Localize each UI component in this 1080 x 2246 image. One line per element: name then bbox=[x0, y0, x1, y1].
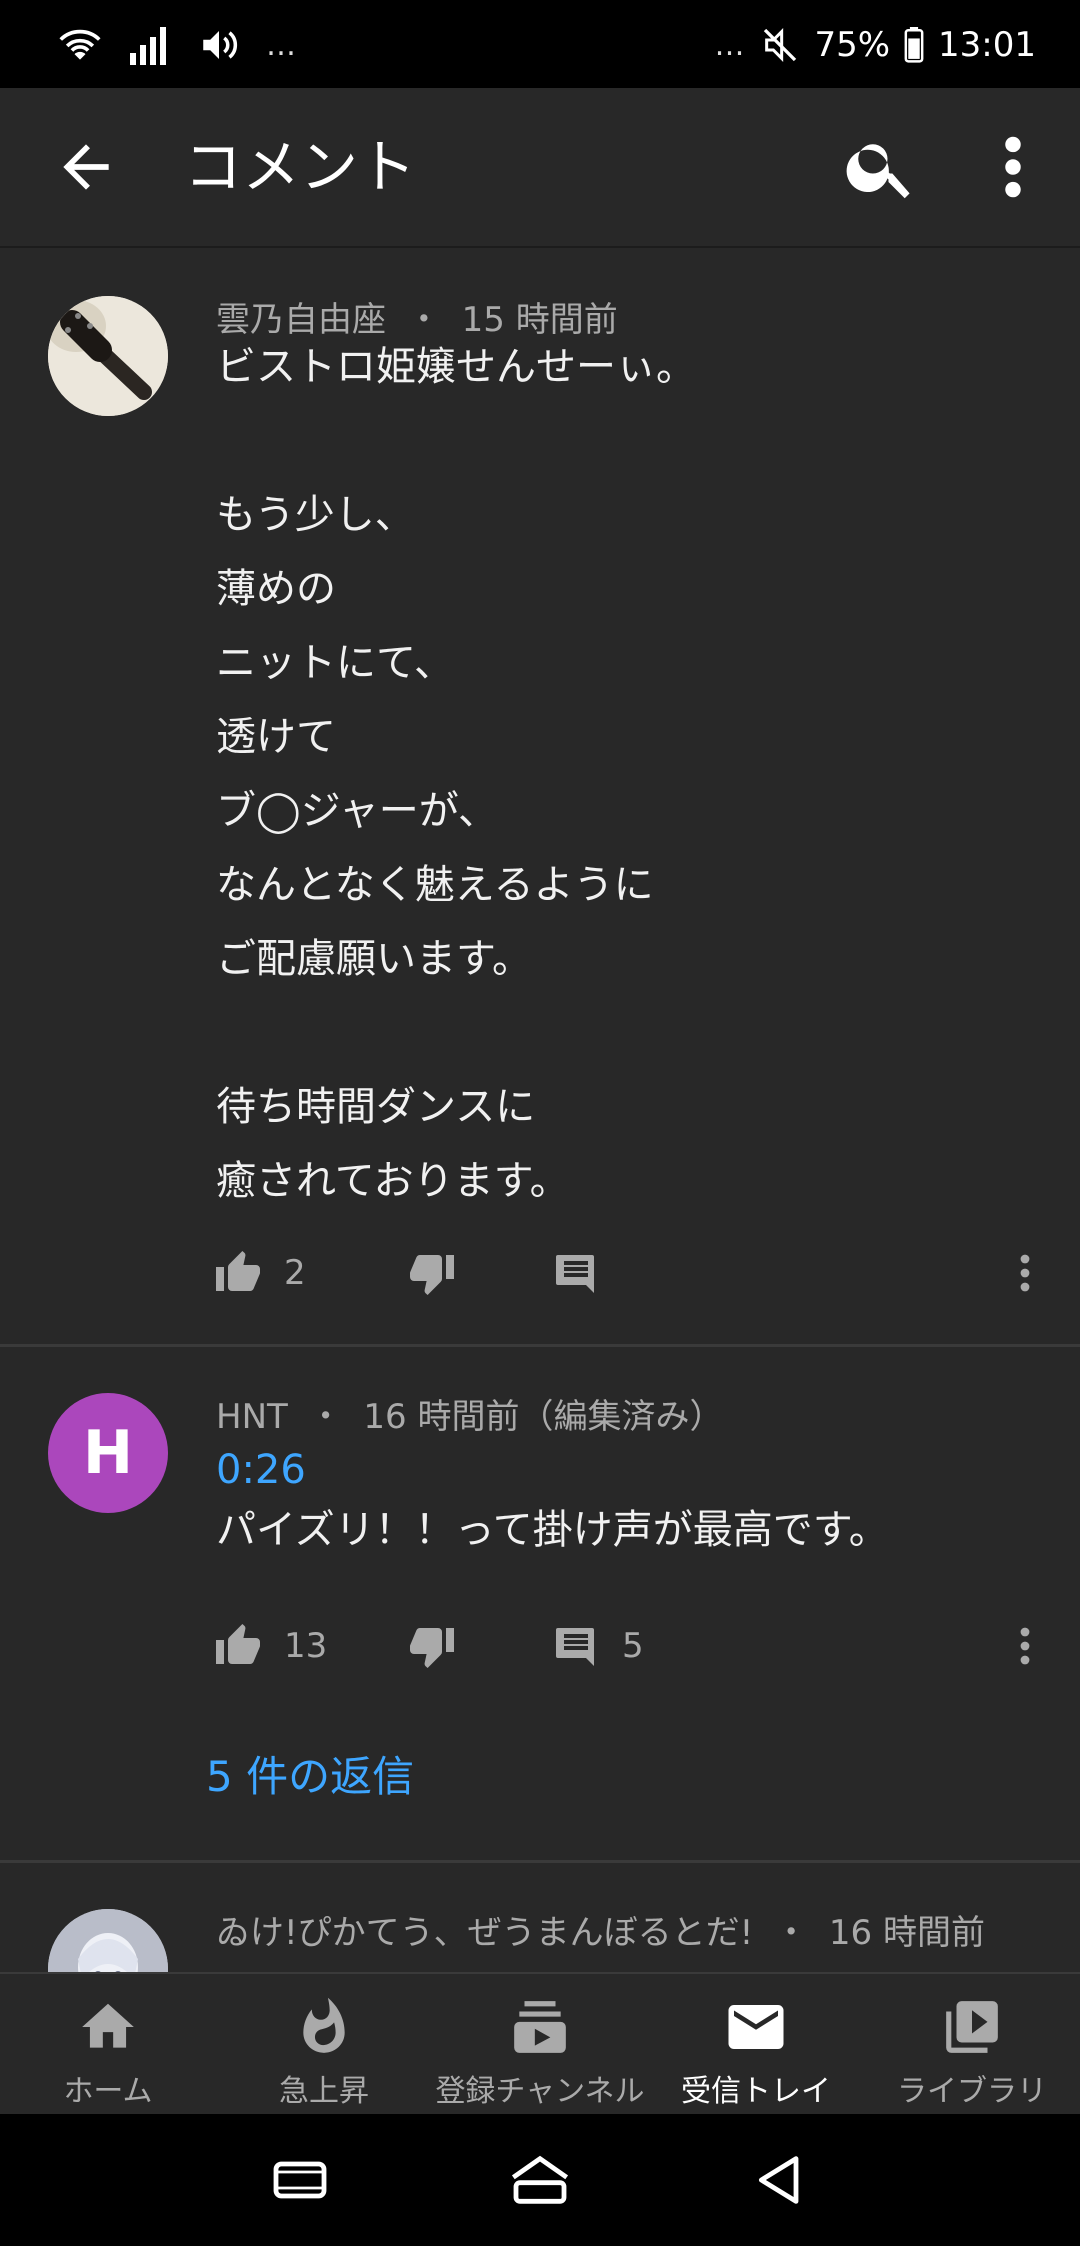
search-icon[interactable] bbox=[842, 128, 920, 206]
reply-button[interactable]: 5 bbox=[552, 1611, 644, 1681]
trending-icon bbox=[303, 1997, 345, 2053]
reply-comment-icon bbox=[556, 1255, 594, 1293]
thumbs-down-icon bbox=[410, 1628, 454, 1668]
inbox-icon bbox=[728, 2005, 784, 2049]
home-icon bbox=[82, 2003, 134, 2048]
comment-menu-button[interactable] bbox=[1010, 1611, 1040, 1681]
meta-separator: ・ bbox=[308, 1397, 343, 1437]
more-vert-icon bbox=[1020, 1627, 1030, 1665]
comment-time: 16 時間前 bbox=[828, 1913, 985, 1953]
comment-time: 16 時間前（編集済み） bbox=[363, 1397, 724, 1437]
meta-separator: ・ bbox=[774, 1913, 809, 1953]
clock: 13:01 bbox=[938, 25, 1036, 65]
like-count: 13 bbox=[284, 1626, 328, 1666]
author-name[interactable]: ゐけ!ぴかてう、ぜうまんぼるとだ! bbox=[216, 1913, 753, 1953]
anime-character-avatar-icon bbox=[48, 1909, 168, 1972]
app-bar: コメント bbox=[0, 88, 1080, 246]
reply-count: 5 bbox=[622, 1626, 644, 1666]
comment-actions: 2 bbox=[210, 1238, 1050, 1308]
comment-text: パイズリ！！って掛け声が最高です。 bbox=[216, 1507, 889, 1553]
author-name[interactable]: HNT bbox=[216, 1397, 288, 1437]
status-more-dots: … bbox=[266, 27, 298, 63]
status-bar: … … 75% 13:01 bbox=[0, 0, 1080, 88]
back-button-icon[interactable] bbox=[748, 2148, 812, 2212]
recent-apps-icon[interactable] bbox=[268, 2148, 332, 2212]
more-vert-icon bbox=[1020, 1254, 1030, 1292]
thumbs-down-icon bbox=[410, 1255, 454, 1295]
battery-percent: 75% bbox=[814, 25, 891, 65]
like-count: 2 bbox=[284, 1253, 306, 1293]
comment-meta: ゐけ!ぴかてう、ぜうまんぼるとだ! ・ 16 時間前 bbox=[216, 1905, 985, 1954]
status-left: … bbox=[58, 18, 298, 72]
avatar[interactable] bbox=[48, 296, 168, 416]
back-arrow-icon[interactable] bbox=[52, 133, 120, 201]
avatar[interactable]: H bbox=[48, 1393, 168, 1513]
nav-label: ライブラリ bbox=[897, 2074, 1047, 2109]
comment-actions: 13 5 bbox=[210, 1611, 1050, 1681]
comment-text: ビストロ姫嬢せんせーぃ。 もう少し、 薄めの ニットにて、 透けて ブ◯ジャーが… bbox=[216, 344, 696, 1204]
view-replies-link[interactable]: 5 件の返信 bbox=[206, 1743, 414, 1804]
status-right: … 75% 13:01 bbox=[714, 18, 1036, 72]
nav-label: 登録チャンネル bbox=[435, 2074, 645, 2109]
comment-item: H HNT ・ 16 時間前（編集済み） 0:26 パイズリ！！って掛け声が最高… bbox=[0, 1347, 1080, 1862]
home-button-icon[interactable] bbox=[508, 2148, 572, 2212]
comment-menu-button[interactable] bbox=[1010, 1238, 1040, 1308]
nav-subscriptions[interactable]: 登録チャンネル bbox=[432, 1974, 648, 2116]
dislike-button[interactable] bbox=[408, 1611, 456, 1681]
reply-comment-icon bbox=[556, 1628, 594, 1666]
nav-label: 急上昇 bbox=[279, 2074, 369, 2109]
nav-trending[interactable]: 急上昇 bbox=[216, 1974, 432, 2116]
avatar[interactable] bbox=[48, 1909, 168, 1972]
signal-icon bbox=[130, 27, 166, 65]
more-options-icon[interactable] bbox=[984, 128, 1042, 206]
guitar-avatar-icon bbox=[48, 296, 168, 416]
comment-item: ゐけ!ぴかてう、ぜうまんぼるとだ! ・ 16 時間前 bbox=[0, 1863, 1080, 1972]
volume-icon bbox=[203, 31, 238, 59]
reply-button[interactable] bbox=[552, 1238, 600, 1308]
status-right-dots: … bbox=[714, 27, 747, 63]
subscriptions-icon bbox=[514, 2001, 566, 2053]
mute-icon bbox=[764, 28, 797, 62]
dislike-button[interactable] bbox=[408, 1238, 456, 1308]
bottom-navigation: ホーム 急上昇 登録チャンネル 受信トレイ ライブラリ bbox=[0, 1972, 1080, 2114]
thumbs-up-icon bbox=[216, 1624, 260, 1664]
like-button[interactable]: 2 bbox=[214, 1238, 306, 1308]
wifi-icon bbox=[59, 29, 101, 60]
like-button[interactable]: 13 bbox=[214, 1611, 327, 1681]
battery-icon bbox=[904, 27, 924, 63]
thumbs-up-icon bbox=[216, 1251, 260, 1291]
nav-inbox[interactable]: 受信トレイ bbox=[648, 1974, 864, 2116]
nav-library[interactable]: ライブラリ bbox=[864, 1974, 1080, 2116]
avatar-letter: H bbox=[82, 1418, 134, 1488]
comment-list[interactable]: 雲乃自由座 ・ 15 時間前 ビストロ姫嬢せんせーぃ。 もう少し、 薄めの ニッ… bbox=[0, 248, 1080, 1972]
library-icon bbox=[946, 2001, 998, 2053]
nav-label: 受信トレイ bbox=[681, 2074, 831, 2109]
nav-label: ホーム bbox=[63, 2074, 153, 2109]
comment-meta: HNT ・ 16 時間前（編集済み） bbox=[216, 1389, 723, 1438]
nav-home[interactable]: ホーム bbox=[0, 1974, 216, 2116]
video-timestamp-link[interactable]: 0:26 bbox=[216, 1447, 306, 1493]
system-navigation-bar bbox=[0, 2114, 1080, 2246]
page-title: コメント bbox=[184, 133, 417, 201]
comment-item: 雲乃自由座 ・ 15 時間前 ビストロ姫嬢せんせーぃ。 もう少し、 薄めの ニッ… bbox=[0, 248, 1080, 1346]
